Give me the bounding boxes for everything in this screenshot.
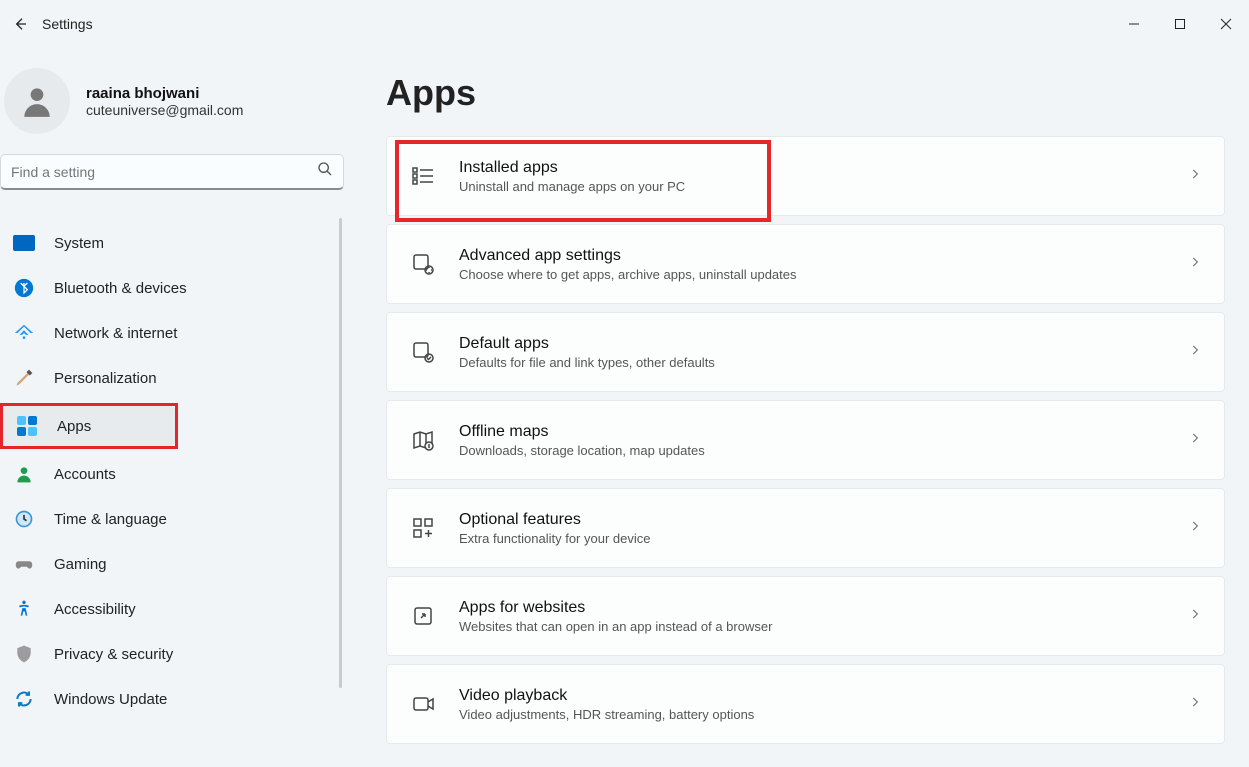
clock-icon <box>12 507 36 531</box>
chevron-right-icon <box>1188 607 1202 626</box>
chevron-right-icon <box>1188 343 1202 362</box>
sidebar: raaina bhojwani cuteuniverse@gmail.com S… <box>0 48 348 767</box>
window-title: Settings <box>42 16 93 32</box>
nav-apps[interactable]: Apps <box>3 406 175 446</box>
nav-network[interactable]: Network & internet <box>0 313 336 353</box>
card-advanced-app-settings[interactable]: Advanced app settings Choose where to ge… <box>386 224 1225 304</box>
nav-label: Accessibility <box>54 601 136 618</box>
shield-icon <box>12 642 36 666</box>
update-icon <box>12 687 36 711</box>
card-offline-maps[interactable]: Offline maps Downloads, storage location… <box>386 400 1225 480</box>
nav-label: Privacy & security <box>54 646 173 663</box>
wifi-icon <box>12 321 36 345</box>
settings-list: Installed apps Uninstall and manage apps… <box>386 136 1225 744</box>
card-subtitle: Defaults for file and link types, other … <box>459 355 1188 370</box>
nav-gaming[interactable]: Gaming <box>0 544 336 584</box>
card-title: Installed apps <box>459 159 1188 177</box>
nav-privacy[interactable]: Privacy & security <box>0 634 336 674</box>
card-optional-features[interactable]: Optional features Extra functionality fo… <box>386 488 1225 568</box>
chevron-right-icon <box>1188 255 1202 274</box>
installed-apps-icon <box>409 162 437 190</box>
page-title: Apps <box>386 72 1225 114</box>
card-apps-for-websites[interactable]: Apps for websites Websites that can open… <box>386 576 1225 656</box>
brush-icon <box>12 366 36 390</box>
card-subtitle: Downloads, storage location, map updates <box>459 443 1188 458</box>
user-name: raaina bhojwani <box>86 85 243 102</box>
card-video-playback[interactable]: Video playback Video adjustments, HDR st… <box>386 664 1225 744</box>
default-apps-icon <box>409 338 437 366</box>
nav-accessibility[interactable]: Accessibility <box>0 589 336 629</box>
bluetooth-icon <box>12 276 36 300</box>
websites-icon <box>409 602 437 630</box>
maximize-button[interactable] <box>1157 8 1203 40</box>
window-controls <box>1111 8 1249 40</box>
minimize-button[interactable] <box>1111 8 1157 40</box>
card-default-apps[interactable]: Default apps Defaults for file and link … <box>386 312 1225 392</box>
nav-system[interactable]: System <box>0 223 336 263</box>
system-icon <box>12 231 36 255</box>
user-email: cuteuniverse@gmail.com <box>86 102 243 118</box>
nav-update[interactable]: Windows Update <box>0 679 336 719</box>
card-subtitle: Websites that can open in an app instead… <box>459 619 1188 634</box>
chevron-right-icon <box>1188 695 1202 714</box>
nav-label: Time & language <box>54 511 167 528</box>
card-installed-apps[interactable]: Installed apps Uninstall and manage apps… <box>386 136 1225 216</box>
nav-bluetooth[interactable]: Bluetooth & devices <box>0 268 336 308</box>
card-subtitle: Choose where to get apps, archive apps, … <box>459 267 1188 282</box>
user-profile[interactable]: raaina bhojwani cuteuniverse@gmail.com <box>4 68 348 154</box>
accounts-icon <box>12 462 36 486</box>
search-icon <box>317 161 333 182</box>
card-title: Optional features <box>459 511 1188 529</box>
card-title: Apps for websites <box>459 599 1188 617</box>
card-title: Video playback <box>459 687 1188 705</box>
chevron-right-icon <box>1188 519 1202 538</box>
card-subtitle: Video adjustments, HDR streaming, batter… <box>459 707 1188 722</box>
search-box[interactable] <box>0 154 344 190</box>
nav-label: Windows Update <box>54 691 167 708</box>
card-subtitle: Uninstall and manage apps on your PC <box>459 179 1188 194</box>
advanced-icon <box>409 250 437 278</box>
nav-label: Accounts <box>54 466 116 483</box>
gaming-icon <box>12 552 36 576</box>
optional-features-icon <box>409 514 437 542</box>
nav-label: Gaming <box>54 556 107 573</box>
card-subtitle: Extra functionality for your device <box>459 531 1188 546</box>
back-button[interactable] <box>8 12 32 36</box>
nav-label: Apps <box>57 418 91 435</box>
nav-label: Network & internet <box>54 325 177 342</box>
main-content: Apps Installed apps Uninstall and manage… <box>348 48 1249 767</box>
search-input[interactable] <box>11 164 317 180</box>
nav-accounts[interactable]: Accounts <box>0 454 336 494</box>
chevron-right-icon <box>1188 431 1202 450</box>
nav-personalization[interactable]: Personalization <box>0 358 336 398</box>
nav-label: Personalization <box>54 370 157 387</box>
card-title: Advanced app settings <box>459 247 1188 265</box>
avatar <box>4 68 70 134</box>
nav: System Bluetooth & devices Network & int… <box>0 208 348 767</box>
card-title: Offline maps <box>459 423 1188 441</box>
nav-label: System <box>54 235 104 252</box>
chevron-right-icon <box>1188 167 1202 186</box>
video-icon <box>409 690 437 718</box>
maps-icon <box>409 426 437 454</box>
apps-icon <box>15 414 39 438</box>
titlebar: Settings <box>0 0 1249 48</box>
close-button[interactable] <box>1203 8 1249 40</box>
nav-label: Bluetooth & devices <box>54 280 187 297</box>
nav-time[interactable]: Time & language <box>0 499 336 539</box>
card-title: Default apps <box>459 335 1188 353</box>
accessibility-icon <box>12 597 36 621</box>
highlight-apps: Apps <box>0 403 178 449</box>
